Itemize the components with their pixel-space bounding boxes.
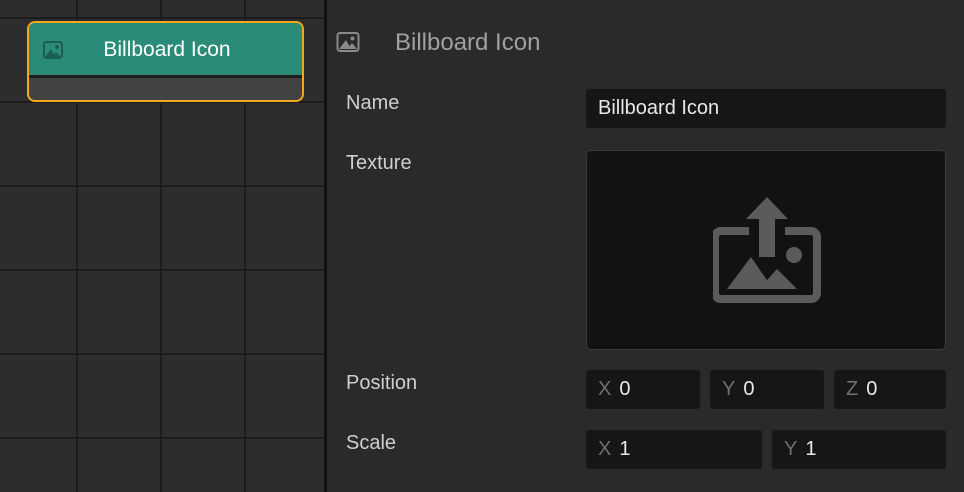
axis-x-label: X [598,438,612,460]
scale-label: Scale [346,432,397,454]
position-z-field[interactable]: Z0 [834,370,946,409]
position-label: Position [346,372,418,394]
node-graph-canvas[interactable]: Billboard Icon [0,0,324,492]
axis-y-label: Y [784,438,798,460]
axis-x-label: X [598,378,612,400]
node-title: Billboard Icon [103,38,231,61]
scale-y-value: 1 [805,438,817,460]
position-x-field[interactable]: X0 [586,370,700,409]
inspector-panel: Billboard Icon Name Billboard Icon Textu… [327,0,964,492]
image-icon [336,32,360,52]
scale-x-field[interactable]: X1 [586,430,762,469]
upload-image-icon [713,197,821,303]
scale-y-field[interactable]: Y1 [772,430,946,469]
scale-x-value: 1 [619,438,631,460]
name-value: Billboard Icon [598,97,720,119]
node-header[interactable]: Billboard Icon [29,23,302,78]
position-z-value: 0 [866,378,878,400]
name-label: Name [346,92,400,114]
position-x-value: 0 [619,378,631,400]
inspector-title: Billboard Icon [395,29,541,56]
image-icon [43,41,63,59]
name-field[interactable]: Billboard Icon [586,89,946,128]
position-y-field[interactable]: Y0 [710,370,824,409]
inspector-header: Billboard Icon [327,0,964,80]
axis-y-label: Y [722,378,736,400]
texture-label: Texture [346,152,412,174]
billboard-icon-node[interactable]: Billboard Icon [27,21,304,102]
axis-z-label: Z [846,378,859,400]
texture-drop-area[interactable] [586,150,946,350]
position-y-value: 0 [743,378,755,400]
node-body [29,78,302,100]
